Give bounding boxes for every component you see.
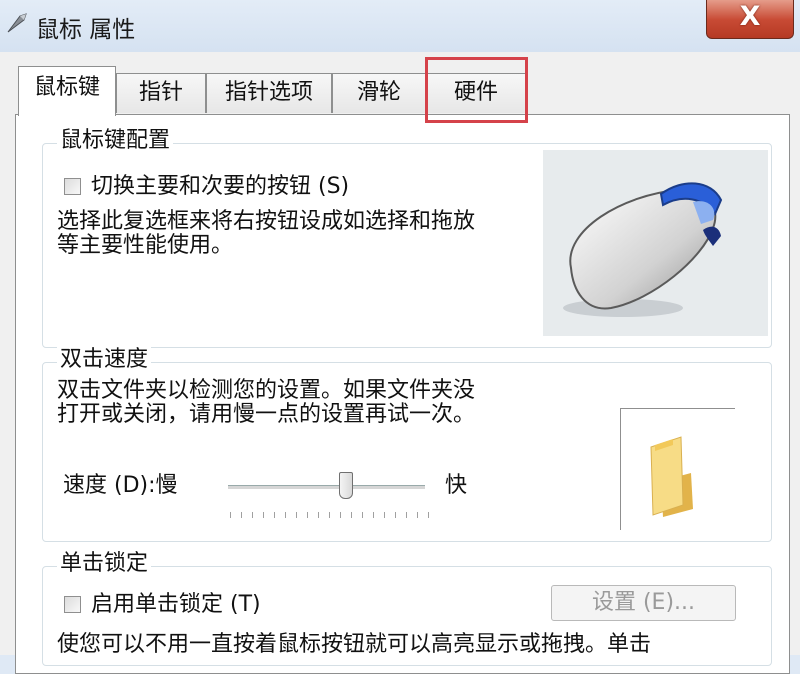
mouse-properties-icon — [7, 13, 27, 33]
tab-label: 指针选项 — [224, 80, 313, 105]
tab-pointers[interactable]: 指针 — [116, 73, 206, 113]
hardware-tab-highlight — [425, 57, 528, 123]
tab-label: 鼠标键 — [33, 75, 100, 100]
tab-label: 指针 — [138, 80, 183, 105]
tab-pointer-options[interactable]: 指针选项 — [206, 73, 332, 113]
tab-panel — [15, 114, 790, 674]
title-bar: 鼠标 属性 X — [0, 0, 800, 52]
tab-buttons[interactable]: 鼠标键 — [18, 66, 116, 116]
tab-label: 滑轮 — [356, 80, 401, 105]
tab-wheel[interactable]: 滑轮 — [332, 73, 426, 113]
window-title: 鼠标 属性 — [36, 17, 136, 43]
close-button[interactable]: X — [706, 0, 794, 39]
close-icon: X — [739, 1, 761, 32]
